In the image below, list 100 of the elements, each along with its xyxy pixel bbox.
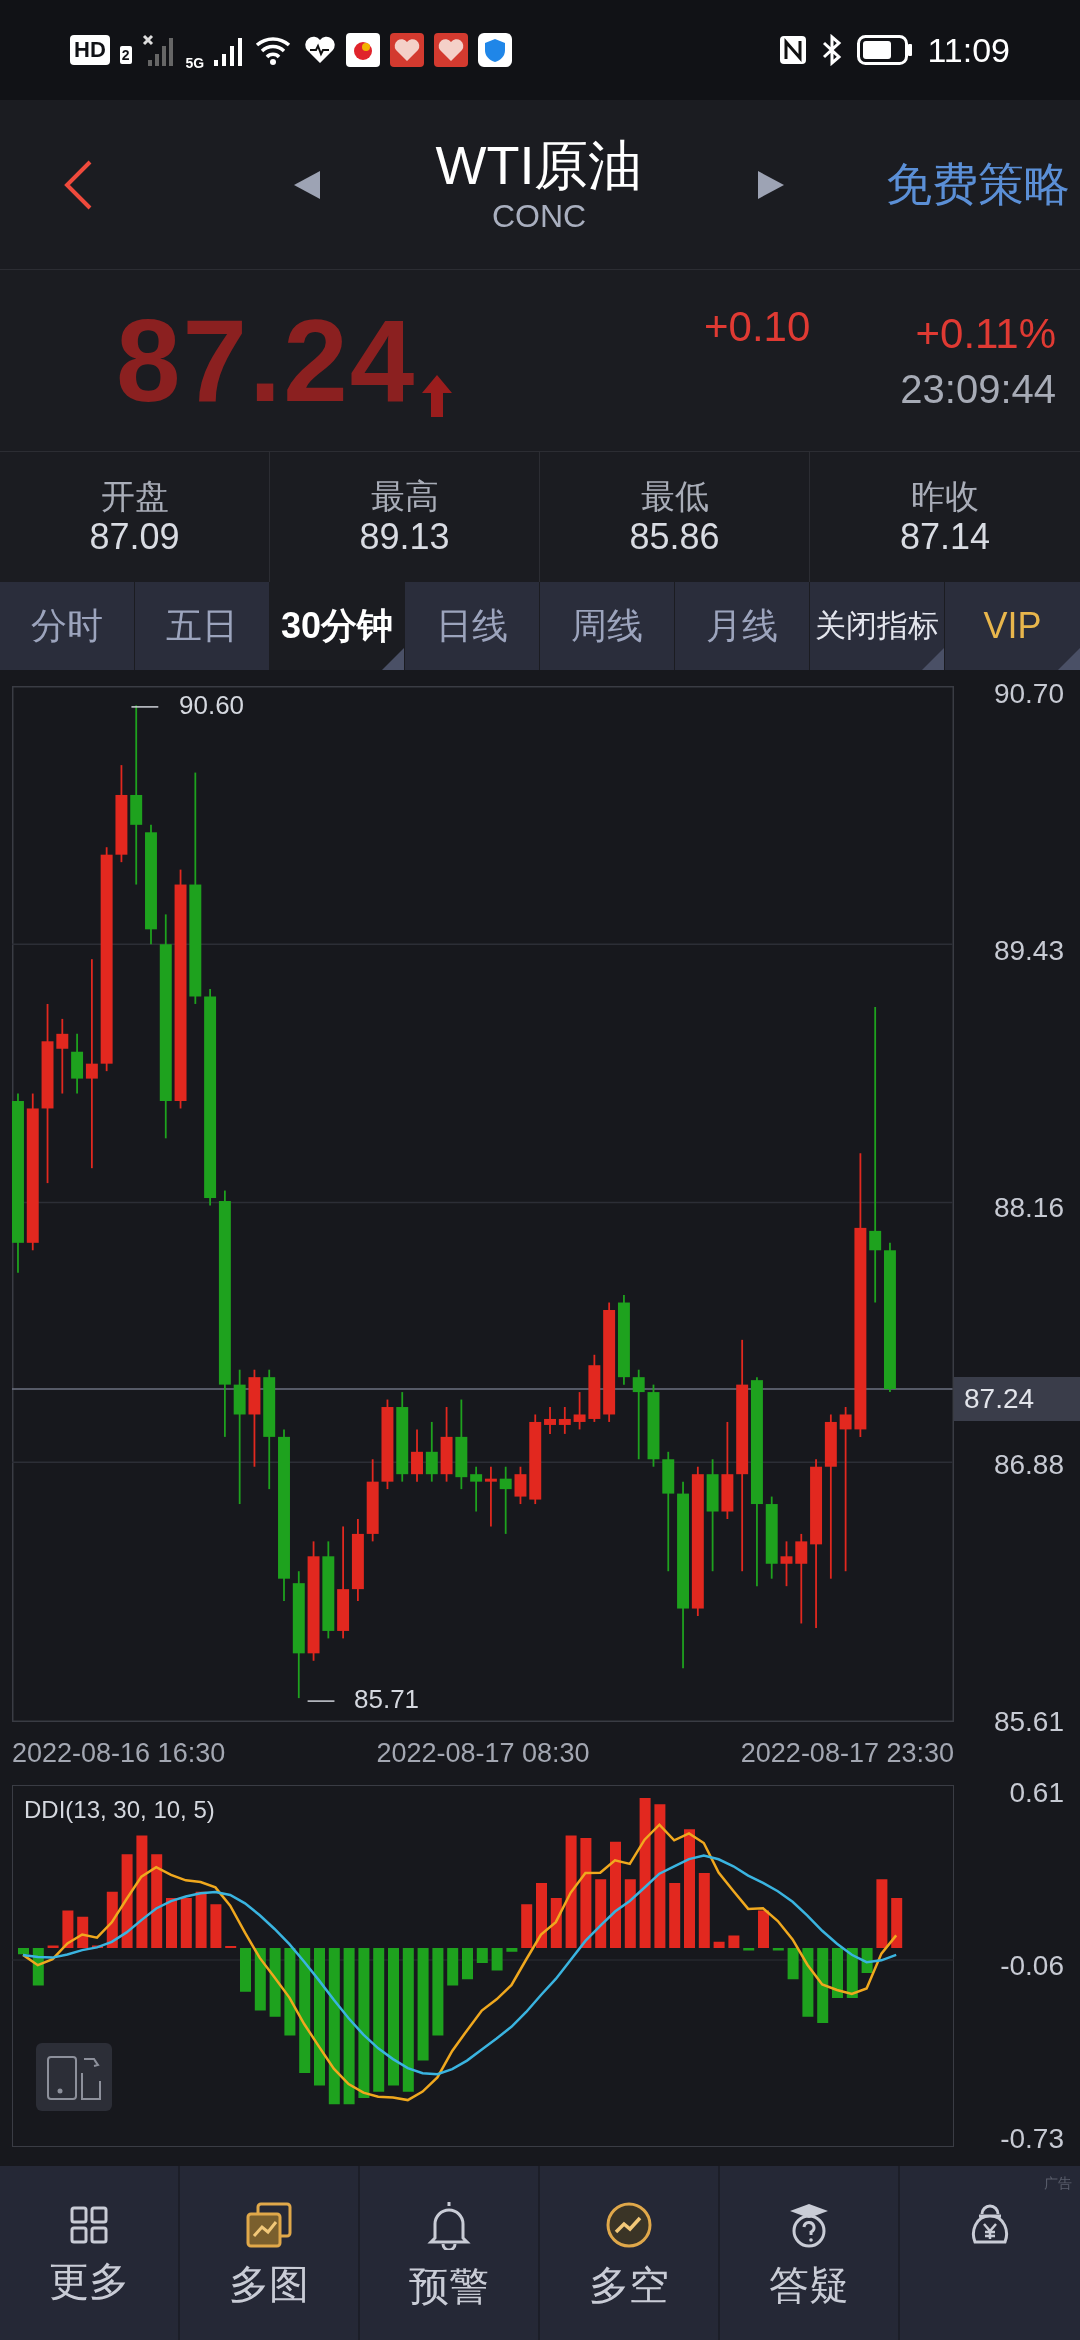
indicator-bar xyxy=(832,1948,843,1998)
rotate-screen-button[interactable] xyxy=(36,2043,112,2111)
candlestick xyxy=(470,1465,483,1513)
grid-icon xyxy=(69,2205,109,2245)
indicator-bar xyxy=(269,1948,281,2017)
candlestick xyxy=(425,1421,438,1483)
bell-icon xyxy=(427,2200,471,2250)
next-arrow-icon[interactable] xyxy=(758,170,784,199)
chart-tab[interactable]: 30分钟 xyxy=(270,582,405,670)
candlestick xyxy=(499,1465,512,1535)
chart-tab[interactable]: VIP xyxy=(945,582,1080,670)
indicator-bar xyxy=(18,1948,29,1955)
indicator-bar xyxy=(180,1898,192,1948)
indicator-bar xyxy=(462,1948,473,1980)
clock-time: 11:09 xyxy=(927,33,1010,67)
sim-number: 2 xyxy=(119,46,132,64)
chart-tab[interactable]: 关闭指标 xyxy=(810,582,945,670)
low-price-label: 85.71 xyxy=(354,1686,420,1712)
indicator-bar xyxy=(772,1948,784,1951)
bluetooth-icon xyxy=(821,34,844,66)
indicator-bar xyxy=(802,1948,814,2017)
chart-tab[interactable]: 周线 xyxy=(540,582,675,670)
indicator-bar xyxy=(787,1948,799,1980)
stat-value: 87.09 xyxy=(89,519,180,555)
heart-app-icon xyxy=(434,33,469,67)
time-axis-label: 2022-08-16 16:30 xyxy=(12,1740,226,1767)
stat-label: 最低 xyxy=(640,479,709,513)
nav-label: 多图 xyxy=(229,2264,309,2304)
indicator-bar xyxy=(506,1948,518,1952)
network-label: 5G xyxy=(185,56,205,70)
candlestick xyxy=(780,1540,793,1588)
nav-item[interactable]: 多空 xyxy=(540,2166,720,2340)
nav-item[interactable]: 预警 xyxy=(360,2166,540,2340)
stat-value: 87.14 xyxy=(899,519,991,555)
high-price-label: 90.60 xyxy=(179,692,245,718)
candlestick xyxy=(411,1428,423,1483)
indicator-bar xyxy=(225,1946,237,1948)
indicator-bar xyxy=(47,1945,59,1948)
instrument-title: WTI原油 xyxy=(435,133,643,196)
indicator-bar xyxy=(891,1898,903,1948)
indicator-bar xyxy=(210,1904,222,1948)
battery-icon xyxy=(857,35,914,65)
nav-item[interactable]: 更多 xyxy=(0,2166,180,2340)
percent-change: +0.11% xyxy=(915,312,1056,355)
nav-item[interactable]: 多图 xyxy=(180,2166,360,2340)
leader-line xyxy=(130,706,160,708)
indicator-bar xyxy=(624,1879,636,1948)
chart-tab[interactable]: 分时 xyxy=(0,582,135,670)
chart-tab[interactable]: 月线 xyxy=(675,582,810,670)
nav-label: 多空 xyxy=(589,2265,669,2305)
heart-pulse-icon xyxy=(304,35,337,65)
indicator-bar xyxy=(728,1935,740,1948)
time-axis-label: 2022-08-17 08:30 xyxy=(376,1740,590,1767)
indicator-bar xyxy=(166,1898,177,1948)
indicator-bar xyxy=(195,1891,207,1948)
chart-tab[interactable]: 日线 xyxy=(405,582,540,670)
indicator-bar xyxy=(521,1904,533,1948)
indicator-bar xyxy=(491,1948,503,1971)
candlestick xyxy=(588,1353,601,1423)
nav-label: 更多 xyxy=(49,2261,129,2301)
time-axis-label: 2022-08-17 23:30 xyxy=(740,1740,954,1767)
indicator-bar xyxy=(743,1948,755,1951)
nav-item[interactable]: 答疑 xyxy=(720,2166,900,2340)
candlestick xyxy=(514,1465,527,1505)
stat-label: 昨收 xyxy=(911,479,979,513)
indicator-bar xyxy=(861,1948,873,1973)
chart-pages-icon xyxy=(246,2202,292,2248)
indicator-axis-label: -0.73 xyxy=(1000,2125,1064,2153)
shield-app-icon xyxy=(478,33,513,67)
last-price: 87.24 xyxy=(116,302,417,419)
indicator-bar xyxy=(240,1948,251,1992)
indicator-bar xyxy=(846,1948,858,1998)
indicator-bar xyxy=(254,1948,266,2011)
indicator-axis-label: 0.61 xyxy=(1009,1779,1064,1807)
stat-label: 最高 xyxy=(370,479,439,513)
candlestick xyxy=(544,1406,556,1435)
instrument-code: CONC xyxy=(491,196,587,236)
indicator-bar xyxy=(106,1891,118,1948)
indicator-axis-label: -0.06 xyxy=(1000,1952,1064,1980)
indicator-bar xyxy=(447,1948,459,1986)
price-axis-label: 88.16 xyxy=(993,1194,1064,1222)
previous-arrow-icon[interactable] xyxy=(294,170,320,199)
indicator-bar xyxy=(92,1945,103,1948)
app-icon xyxy=(346,33,381,67)
candlestick xyxy=(484,1465,497,1528)
back-icon[interactable] xyxy=(62,158,94,211)
indicator-bar xyxy=(476,1948,488,1963)
candlestick xyxy=(573,1391,586,1431)
stat-label: 开盘 xyxy=(100,479,169,513)
indicator-bar xyxy=(876,1879,888,1948)
indicator-bar xyxy=(32,1948,44,1986)
indicator-bar xyxy=(713,1941,725,1948)
stat-value: 85.86 xyxy=(629,519,720,555)
free-strategy-link[interactable]: 免费策略 xyxy=(886,150,1070,219)
price-axis-label: 89.43 xyxy=(993,937,1064,965)
nfc-icon xyxy=(779,35,808,65)
current-price-label: 87.24 xyxy=(954,1377,1080,1421)
nav-label: 预警 xyxy=(409,2266,489,2306)
indicator-bar xyxy=(758,1910,769,1948)
quote-time: 23:09:44 xyxy=(900,368,1056,409)
